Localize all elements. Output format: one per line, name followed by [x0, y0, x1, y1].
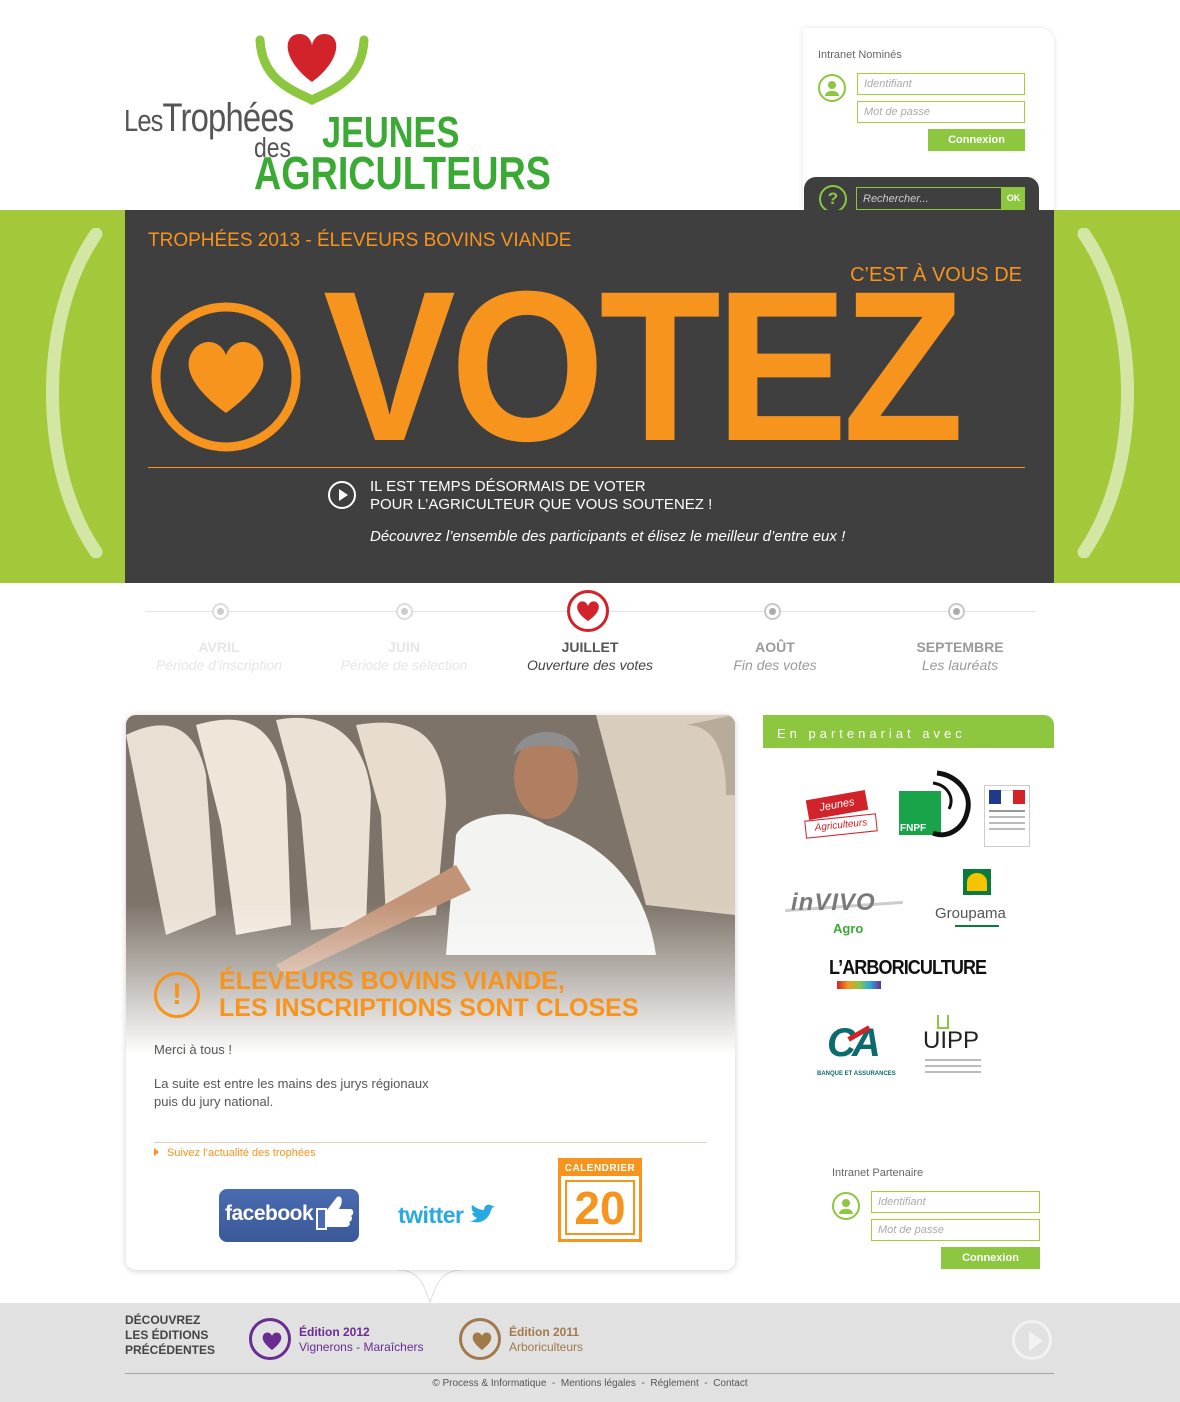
vote-heart-icon: [151, 302, 301, 452]
thumbs-up-icon: [316, 1196, 354, 1230]
timeline-dot-juin: [396, 603, 413, 620]
groupama-logo[interactable]: Groupama: [935, 869, 1027, 931]
news-title: ÉLEVEURS BOVINS VIANDE, LES INSCRIPTIONS…: [219, 967, 639, 1022]
edition-2012-title: Édition 2012: [299, 1325, 370, 1339]
edition-2012-heart-icon: [249, 1318, 291, 1360]
footer-link-reglement[interactable]: Réglement: [650, 1378, 698, 1389]
arboriculture-logo[interactable]: L’ARBORICULTURE: [829, 957, 993, 999]
hero-cta-text: IL EST TEMPS DÉSORMAIS DE VOTER POUR L’A…: [370, 478, 713, 513]
intranet-nomines-title: Intranet Nominés: [818, 49, 902, 61]
votez-headline: VOTEZ: [323, 247, 964, 486]
edition-2012-subtitle: Vignerons - Maraîchers: [299, 1340, 424, 1354]
edition-2011-title: Édition 2011: [509, 1325, 580, 1339]
fnpf-logo[interactable]: FNPF: [897, 769, 979, 841]
timeline-step-septembre[interactable]: SEPTEMBRE Les lauréats: [865, 639, 1055, 673]
hero-divider: [148, 467, 1025, 468]
calendar-button[interactable]: CALENDRIER 20: [558, 1158, 642, 1242]
news-thanks: Merci à tous !: [154, 1042, 233, 1057]
nomines-password-input[interactable]: Mot de passe: [857, 101, 1025, 123]
facebook-button[interactable]: facebook: [219, 1189, 359, 1242]
follow-news-link[interactable]: Suivez l’actualité des trophées: [154, 1147, 316, 1159]
timeline-step-juillet[interactable]: JUILLET Ouverture des votes: [495, 639, 685, 673]
partenaire-connexion-button[interactable]: Connexion: [941, 1247, 1040, 1269]
timeline-dot-aout: [764, 603, 781, 620]
timeline-step-juin[interactable]: JUIN Période de sélection: [309, 639, 499, 673]
twitter-button[interactable]: twitter: [398, 1202, 496, 1229]
news-divider: [154, 1142, 707, 1143]
play-icon[interactable]: [328, 481, 356, 509]
footer-links: © Process & Informatique - Mentions léga…: [0, 1378, 1180, 1389]
jeunes-agriculteurs-logo[interactable]: Jeunes Agriculteurs: [803, 789, 879, 841]
invivo-logo[interactable]: inVIVO Agro: [785, 889, 905, 939]
news-card: ! ÉLEVEURS BOVINS VIANDE, LES INSCRIPTIO…: [126, 715, 735, 1270]
logo-agriculteurs: AGRICULTEURS: [254, 147, 551, 199]
next-arrow-icon[interactable]: [1012, 1320, 1052, 1360]
partner-user-icon: [832, 1192, 860, 1220]
hero-banner[interactable]: TROPHÉES 2013 - ÉLEVEURS BOVINS VIANDE C…: [125, 210, 1054, 583]
intranet-partenaire-title: Intranet Partenaire: [832, 1167, 924, 1179]
partenaire-identifiant-input[interactable]: Identifiant: [871, 1191, 1040, 1213]
calendar-number: 20: [565, 1180, 635, 1235]
footer-separator: -: [701, 1378, 714, 1389]
partenaire-password-input[interactable]: Mot de passe: [871, 1219, 1040, 1241]
hero-cta-subtext: Découvrez l’ensemble des participants et…: [370, 528, 846, 545]
intranet-partenaire-box: Intranet Partenaire Identifiant Mot de p…: [763, 1160, 1054, 1280]
credit-agricole-logo[interactable]: CA BANQUE ET ASSURANCES: [817, 1021, 911, 1083]
footer-divider: [125, 1373, 1054, 1374]
timeline-step-avril[interactable]: AVRIL Période d’inscription: [124, 639, 314, 673]
help-icon[interactable]: ?: [819, 185, 847, 213]
calendar-label: CALENDRIER: [561, 1161, 639, 1176]
partners-title: En partenariat avec: [763, 715, 1054, 748]
warning-icon: !: [154, 972, 200, 1018]
timeline-heart-icon: [567, 590, 609, 632]
footer-discover-label: DÉCOUVREZ LES ÉDITIONS PRÉCÉDENTES: [125, 1313, 216, 1357]
search-ok-button[interactable]: OK: [1002, 187, 1025, 210]
left-parenthesis-icon: [46, 228, 103, 558]
news-body: La suite est entre les mains des jurys r…: [154, 1076, 429, 1109]
user-icon: [818, 74, 846, 102]
nomines-identifiant-input[interactable]: Identifiant: [857, 73, 1025, 95]
partners-panel: En partenariat avec Jeunes Agriculteurs …: [763, 715, 1054, 1115]
footer-link-copyright[interactable]: © Process & Informatique: [432, 1378, 546, 1389]
right-parenthesis-icon: [1077, 228, 1134, 558]
footer: DÉCOUVREZ LES ÉDITIONS PRÉCÉDENTES Éditi…: [0, 1303, 1180, 1402]
footer-separator: -: [638, 1378, 651, 1389]
timeline-step-aout[interactable]: AOÛT Fin des votes: [680, 639, 870, 673]
footer-link-mentions[interactable]: Mentions légales: [561, 1378, 636, 1389]
search-input[interactable]: Rechercher...: [856, 187, 1002, 210]
timeline-dot-avril: [212, 603, 229, 620]
twitter-bird-icon: [470, 1204, 496, 1223]
timeline-dot-septembre: [948, 603, 965, 620]
edition-2011-heart-icon: [459, 1318, 501, 1360]
site-logo[interactable]: LesTrophées des JEUNES AGRICULTEURS: [122, 30, 551, 199]
footer-link-contact[interactable]: Contact: [713, 1378, 747, 1389]
uipp-logo[interactable]: UIPP: [923, 1015, 989, 1081]
ministere-logo[interactable]: [984, 785, 1030, 847]
footer-separator: -: [549, 1378, 561, 1389]
edition-2011-subtitle: Arboriculteurs: [509, 1340, 584, 1354]
nomines-connexion-button[interactable]: Connexion: [928, 129, 1025, 151]
